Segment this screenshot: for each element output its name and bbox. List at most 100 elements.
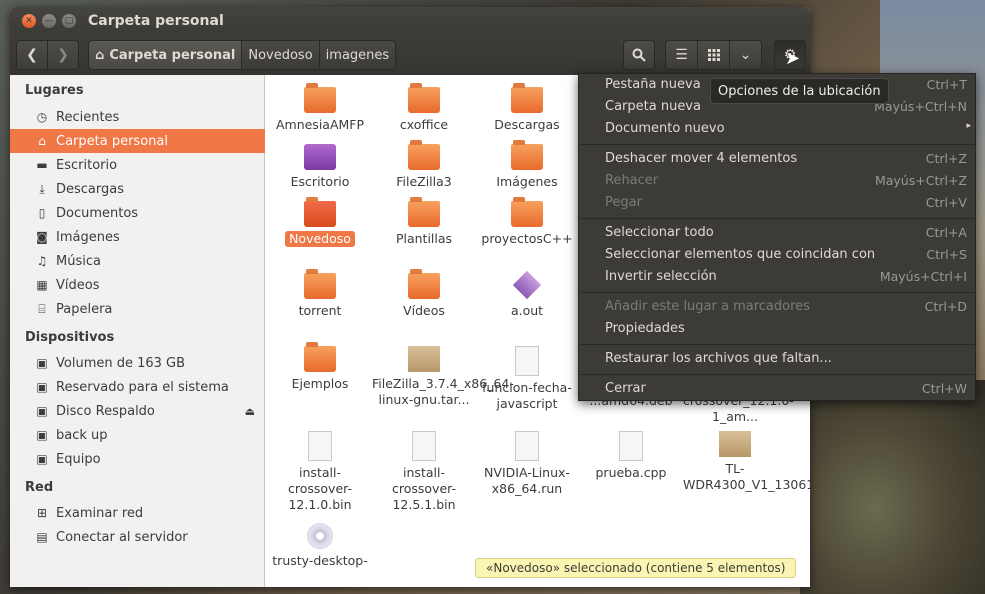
grid-view-button[interactable] xyxy=(697,40,730,70)
sidebar-item-label: Volumen de 163 GB xyxy=(56,355,186,371)
minimize-icon[interactable]: — xyxy=(42,14,56,28)
menu-item-label: Añadir este lugar a marcadores xyxy=(605,299,810,314)
sidebar-item-disco-respaldo[interactable]: ▣ Disco Respaldo ⏏ xyxy=(10,399,265,423)
file-label: funcion-fecha-javascript xyxy=(482,380,572,411)
menu-item-restore-files[interactable]: Restaurar los archivos que faltan... xyxy=(579,348,977,370)
file-item[interactable]: cxoffice xyxy=(372,83,476,133)
file-label: proyectosC++ xyxy=(481,231,573,246)
disc-image-icon xyxy=(307,523,333,549)
close-icon[interactable]: ✕ xyxy=(22,14,36,28)
sidebar-item-descargas[interactable]: ⤓ Descargas xyxy=(10,177,265,201)
sidebar-item-papelera[interactable]: ⌸ Papelera xyxy=(10,297,265,321)
titlebar: ✕ — □ Carpeta personal xyxy=(10,7,810,35)
menu-item-label: Carpeta nueva xyxy=(605,99,701,114)
breadcrumb-home[interactable]: ⌂ Carpeta personal xyxy=(88,40,243,70)
file-item[interactable]: NVIDIA-Linux-x86_64.run xyxy=(475,431,579,497)
menu-item-label: Pegar xyxy=(605,195,642,210)
menu-item-select-matching[interactable]: Seleccionar elementos que coincidan con C… xyxy=(579,244,977,266)
sidebar-item-conectar-servidor[interactable]: ▤ Conectar al servidor xyxy=(10,525,265,549)
breadcrumb-novedoso[interactable]: Novedoso xyxy=(242,40,320,70)
sidebar-item-label: Reservado para el sistema xyxy=(56,379,229,395)
folder-icon xyxy=(304,83,336,113)
file-label: a.out xyxy=(510,303,544,318)
menu-item-close[interactable]: Cerrar Ctrl+W xyxy=(579,378,977,400)
sidebar-item-carpeta-personal[interactable]: ⌂ Carpeta personal xyxy=(10,129,265,153)
menu-item-shortcut: Mayús+Ctrl+Z xyxy=(874,173,967,188)
sidebar-item-reservado[interactable]: ▣ Reservado para el sistema xyxy=(10,375,265,399)
sidebar-item-label: Equipo xyxy=(56,451,101,467)
sidebar-item-back-up[interactable]: ▣ back up xyxy=(10,423,265,447)
sidebar-item-volumen[interactable]: ▣ Volumen de 163 GB xyxy=(10,351,265,375)
file-item[interactable]: proyectosC++ xyxy=(475,197,579,247)
text-file-icon xyxy=(515,346,539,376)
back-button[interactable]: ❮ xyxy=(16,40,48,70)
menu-item-select-all[interactable]: Seleccionar todo Ctrl+A xyxy=(579,222,977,244)
list-view-button[interactable]: ☰ xyxy=(665,40,698,70)
sidebar-item-label: Documentos xyxy=(56,205,139,221)
menu-item-undo[interactable]: Deshacer mover 4 elementos Ctrl+Z xyxy=(579,148,977,170)
desktop-folder-icon xyxy=(304,144,336,170)
sidebar-item-equipo[interactable]: ▣ Equipo xyxy=(10,447,265,471)
file-item[interactable]: TL-WDR4300_V1_130617.zip xyxy=(683,431,810,493)
drive-icon: ▣ xyxy=(36,380,48,394)
status-bar: «Novedoso» seleccionado (contiene 5 elem… xyxy=(475,558,797,578)
menu-item-invert-selection[interactable]: Invertir selección Mayús+Ctrl+I xyxy=(579,266,977,288)
film-icon: ▦ xyxy=(36,278,48,292)
script-file-icon xyxy=(515,431,539,461)
list-icon: ☰ xyxy=(675,47,688,63)
file-label: prueba.cpp xyxy=(595,465,667,480)
file-item[interactable]: Vídeos xyxy=(372,269,476,319)
view-options-button[interactable]: ⌄ xyxy=(729,40,762,70)
file-item[interactable]: Escritorio xyxy=(268,144,372,190)
breadcrumb-imagenes[interactable]: imagenes xyxy=(319,40,397,70)
breadcrumb-label: imagenes xyxy=(325,47,390,63)
sidebar-item-musica[interactable]: ♫ Música xyxy=(10,249,265,273)
file-label: install-crossover-12.1.0.bin xyxy=(288,465,352,512)
maximize-icon[interactable]: □ xyxy=(62,14,76,28)
search-button[interactable] xyxy=(623,40,655,70)
window-title: Carpeta personal xyxy=(88,13,224,29)
templates-folder-icon xyxy=(408,197,440,227)
sidebar-item-label: back up xyxy=(56,427,108,443)
sidebar-item-examinar-red[interactable]: ⊞ Examinar red xyxy=(10,501,265,525)
menu-item-shortcut: Ctrl+Z xyxy=(925,151,967,166)
file-item[interactable]: install-crossover-12.1.0.bin xyxy=(268,431,372,513)
sidebar-item-imagenes[interactable]: ◙ Imágenes xyxy=(10,225,265,249)
file-item[interactable]: funcion-fecha-javascript xyxy=(475,346,579,412)
file-item[interactable]: torrent xyxy=(268,269,372,319)
eject-icon[interactable]: ⏏ xyxy=(245,405,255,418)
file-item[interactable]: FileZilla_3.7.4_x86_64-linux-gnu.tar... xyxy=(372,346,514,408)
sidebar-item-videos[interactable]: ▦ Vídeos xyxy=(10,273,265,297)
file-item[interactable]: a.out xyxy=(475,273,579,319)
sidebar-item-label: Recientes xyxy=(56,109,120,125)
sidebar-section-red: Red xyxy=(25,480,54,495)
file-label: install-crossover-12.5.1.bin xyxy=(392,465,456,512)
sidebar-item-label: Música xyxy=(56,253,101,269)
menu-separator xyxy=(580,374,976,375)
download-icon: ⤓ xyxy=(39,181,45,196)
file-item[interactable]: FileZilla3 xyxy=(372,140,476,190)
file-item[interactable]: Plantillas xyxy=(372,197,476,247)
sidebar-item-label: Carpeta personal xyxy=(56,133,168,149)
folder-link-icon xyxy=(304,342,336,372)
sidebar-item-recientes[interactable]: ◷ Recientes xyxy=(10,105,265,129)
sidebar-item-escritorio[interactable]: ▬ Escritorio xyxy=(10,153,265,177)
menu-item-properties[interactable]: Propiedades xyxy=(579,318,977,340)
binary-file-icon xyxy=(412,431,436,461)
file-item[interactable]: Descargas xyxy=(475,83,579,133)
file-item[interactable]: trusty-desktop- xyxy=(268,523,372,569)
home-icon: ⌂ xyxy=(38,134,46,148)
file-item[interactable]: install-crossover-12.5.1.bin xyxy=(372,431,476,513)
forward-button[interactable]: ❯ xyxy=(47,40,79,70)
file-item[interactable]: Imágenes xyxy=(475,140,579,190)
menu-item-label: Seleccionar elementos que coincidan con xyxy=(605,247,876,262)
menu-item-redo: Rehacer Mayús+Ctrl+Z xyxy=(579,170,977,192)
sidebar-item-documentos[interactable]: ▯ Documentos xyxy=(10,201,265,225)
file-label: TL-WDR4300_V1_130617.zip xyxy=(683,461,810,492)
menu-item-new-document[interactable]: Documento nuevo ▸ xyxy=(579,118,977,140)
sidebar: Lugares ◷ Recientes ⌂ Carpeta personal ▬ Es… xyxy=(10,75,265,587)
file-item-selected[interactable]: Novedoso xyxy=(268,197,372,247)
file-item[interactable]: prueba.cpp xyxy=(579,431,683,481)
file-item[interactable]: AmnesiaAMFP xyxy=(268,83,372,133)
file-item[interactable]: Ejemplos xyxy=(268,342,372,392)
